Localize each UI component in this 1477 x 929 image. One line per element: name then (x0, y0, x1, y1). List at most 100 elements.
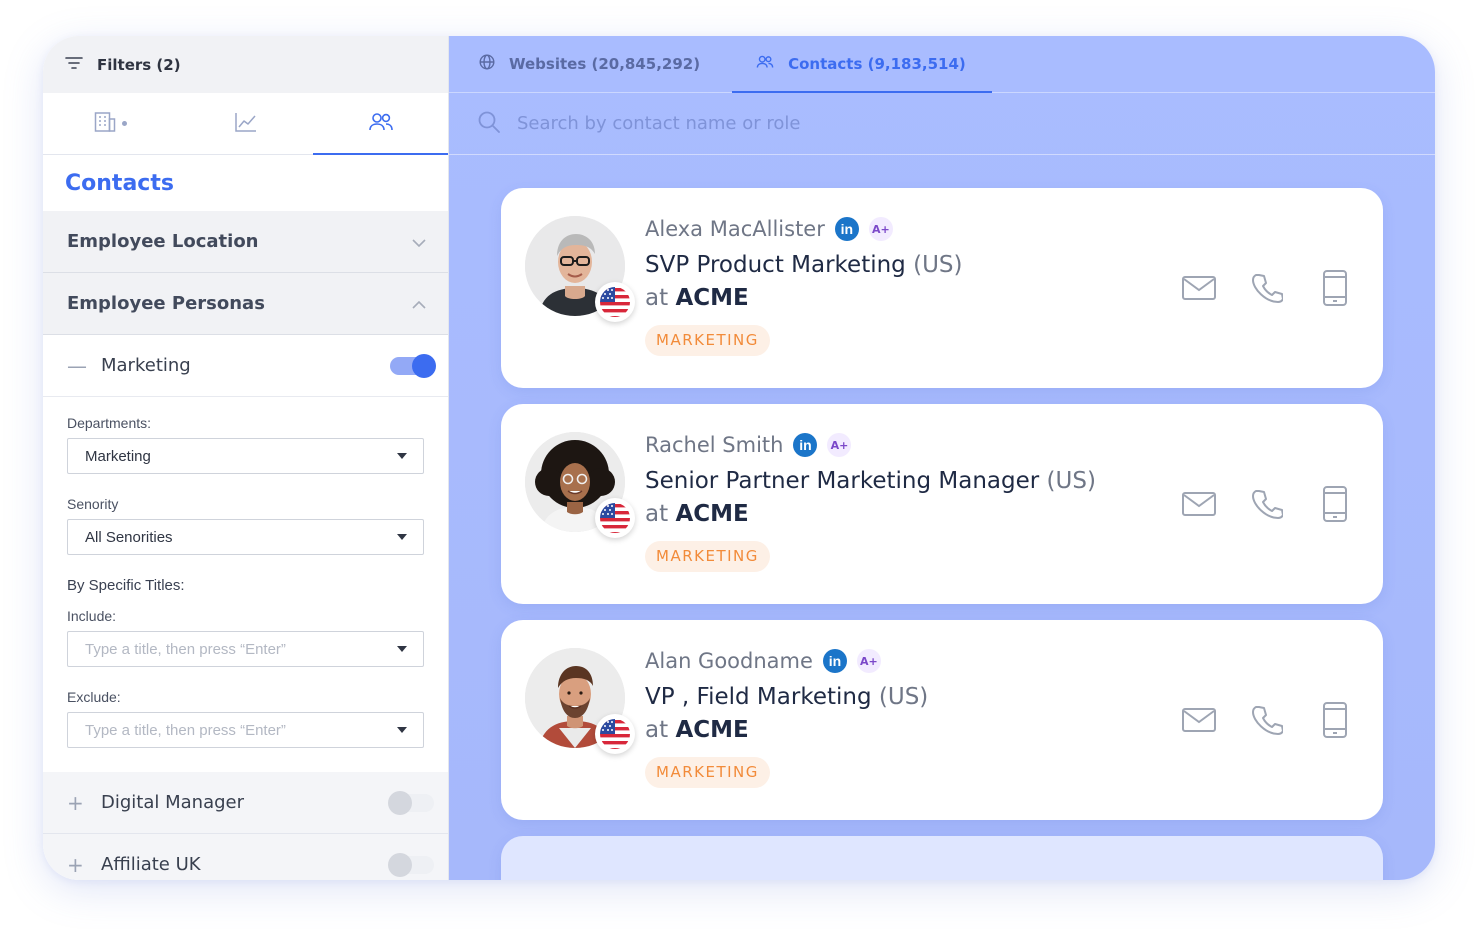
exclude-titles-input[interactable]: Type a title, then press “Enter” (67, 712, 424, 748)
contact-name[interactable]: Alan Goodname (645, 649, 813, 673)
seniority-value: All Senorities (85, 528, 173, 546)
mobile-icon[interactable] (1317, 702, 1353, 738)
contact-name[interactable]: Alexa MacAllister (645, 217, 825, 241)
department-badge: MARKETING (645, 757, 770, 788)
toggle-knob (412, 353, 436, 378)
expand-icon[interactable]: + (67, 855, 84, 875)
grade-badge: A+ (856, 649, 881, 673)
company-row: at ACME (645, 501, 1096, 527)
linkedin-icon[interactable]: in (834, 217, 859, 241)
avatar-wrapper (525, 216, 635, 322)
region: (US) (1046, 468, 1096, 494)
persona-filter-form: Departments: Marketing Senority All Seno… (43, 397, 448, 772)
name-row: Alexa MacAllister in A+ (645, 214, 963, 244)
search-input[interactable] (517, 113, 1017, 134)
job-title-row: Senior Partner Marketing Manager (US) (645, 468, 1096, 494)
exclude-label: Exclude: (67, 689, 121, 705)
specific-titles-label: By Specific Titles: (67, 577, 185, 594)
include-titles-input[interactable]: Type a title, then press “Enter” (67, 631, 424, 667)
avatar-wrapper (525, 648, 635, 754)
tab-traffic[interactable] (178, 93, 313, 154)
department-badge: MARKETING (645, 541, 770, 572)
contact-card-partial (501, 836, 1383, 880)
contact-info: Alan Goodname in A+ VP , Field Marketing… (645, 646, 928, 788)
job-title: SVP Product Marketing (645, 252, 906, 278)
persona-toggle[interactable] (390, 353, 436, 378)
linkedin-icon[interactable]: in (822, 649, 847, 673)
caret-down-icon (397, 453, 407, 459)
seniority-label: Senority (67, 496, 119, 512)
collapse-icon[interactable]: — (67, 356, 87, 376)
linkedin-icon[interactable]: in (793, 433, 818, 457)
contact-info: Alexa MacAllister in A+ SVP Product Mark… (645, 214, 963, 356)
results-panel: Websites (20,845,292) Contacts (9,183,51… (449, 36, 1435, 880)
tab-indicator-dot (122, 121, 127, 126)
contact-actions (1181, 486, 1353, 522)
company-at: at (645, 501, 669, 527)
app-window: Filters (2) Contacts Employee Location E… (43, 36, 1435, 880)
company-name[interactable]: ACME (675, 285, 748, 311)
grade-badge: A+ (868, 217, 893, 241)
persona-toggle[interactable] (388, 852, 434, 877)
include-placeholder: Type a title, then press “Enter” (85, 640, 286, 658)
name-row: Alan Goodname in A+ (645, 646, 928, 676)
company-name[interactable]: ACME (675, 717, 748, 743)
persona-row-marketing[interactable]: — Marketing (43, 335, 448, 397)
email-icon[interactable] (1181, 702, 1217, 738)
exclude-placeholder: Type a title, then press “Enter” (85, 721, 286, 739)
company-at: at (645, 285, 669, 311)
departments-value: Marketing (85, 447, 151, 465)
company-row: at ACME (645, 717, 928, 743)
contact-card[interactable]: Alexa MacAllister in A+ SVP Product Mark… (501, 188, 1383, 388)
persona-row-digital-manager[interactable]: + Digital Manager (43, 772, 448, 834)
accordion-employee-location[interactable]: Employee Location (43, 211, 448, 273)
mobile-icon[interactable] (1317, 270, 1353, 306)
tab-label: Websites (20,845,292) (509, 55, 701, 73)
caret-down-icon (397, 646, 407, 652)
us-flag-icon (595, 282, 635, 322)
contact-info: Rachel Smith in A+ Senior Partner Market… (645, 430, 1096, 572)
email-icon[interactable] (1181, 270, 1217, 306)
persona-toggle[interactable] (388, 790, 434, 815)
tab-websites[interactable]: Websites (20,845,292) (479, 36, 728, 92)
globe-icon (479, 54, 495, 74)
users-icon (368, 112, 394, 136)
accordion-employee-personas[interactable]: Employee Personas (43, 273, 448, 335)
filters-header[interactable]: Filters (2) (43, 36, 448, 93)
phone-icon[interactable] (1249, 270, 1285, 306)
accordion-title: Employee Personas (67, 293, 265, 314)
persona-row-affiliate-uk[interactable]: + Affiliate UK (43, 834, 448, 880)
departments-select[interactable]: Marketing (67, 438, 424, 474)
departments-label: Departments: (67, 415, 152, 431)
filter-lines-icon (65, 55, 83, 74)
department-badge: MARKETING (645, 325, 770, 356)
company-at: at (645, 717, 669, 743)
contact-actions (1181, 270, 1353, 306)
filter-category-tabs (43, 93, 448, 155)
job-title-row: SVP Product Marketing (US) (645, 252, 963, 278)
toggle-knob (388, 790, 412, 815)
toggle-knob (388, 852, 412, 877)
phone-icon[interactable] (1249, 702, 1285, 738)
company-name[interactable]: ACME (675, 501, 748, 527)
tab-label: Contacts (9,183,514) (788, 55, 966, 73)
seniority-select[interactable]: All Senorities (67, 519, 424, 555)
contact-card[interactable]: Rachel Smith in A+ Senior Partner Market… (501, 404, 1383, 604)
contact-card[interactable]: Alan Goodname in A+ VP , Field Marketing… (501, 620, 1383, 820)
contacts-section-heading: Contacts (65, 170, 174, 196)
chevron-up-icon (412, 294, 426, 313)
tab-companies[interactable] (43, 93, 178, 154)
tab-contacts[interactable] (313, 93, 448, 155)
phone-icon[interactable] (1249, 486, 1285, 522)
caret-down-icon (397, 727, 407, 733)
tab-contacts[interactable]: Contacts (9,183,514) (732, 36, 992, 93)
building-icon (94, 111, 118, 137)
mobile-icon[interactable] (1317, 486, 1353, 522)
us-flag-icon (595, 714, 635, 754)
job-title-row: VP , Field Marketing (US) (645, 684, 928, 710)
persona-name: Digital Manager (101, 792, 244, 813)
expand-icon[interactable]: + (67, 793, 84, 813)
email-icon[interactable] (1181, 486, 1217, 522)
contact-name[interactable]: Rachel Smith (645, 433, 783, 457)
chevron-down-icon (412, 232, 426, 251)
